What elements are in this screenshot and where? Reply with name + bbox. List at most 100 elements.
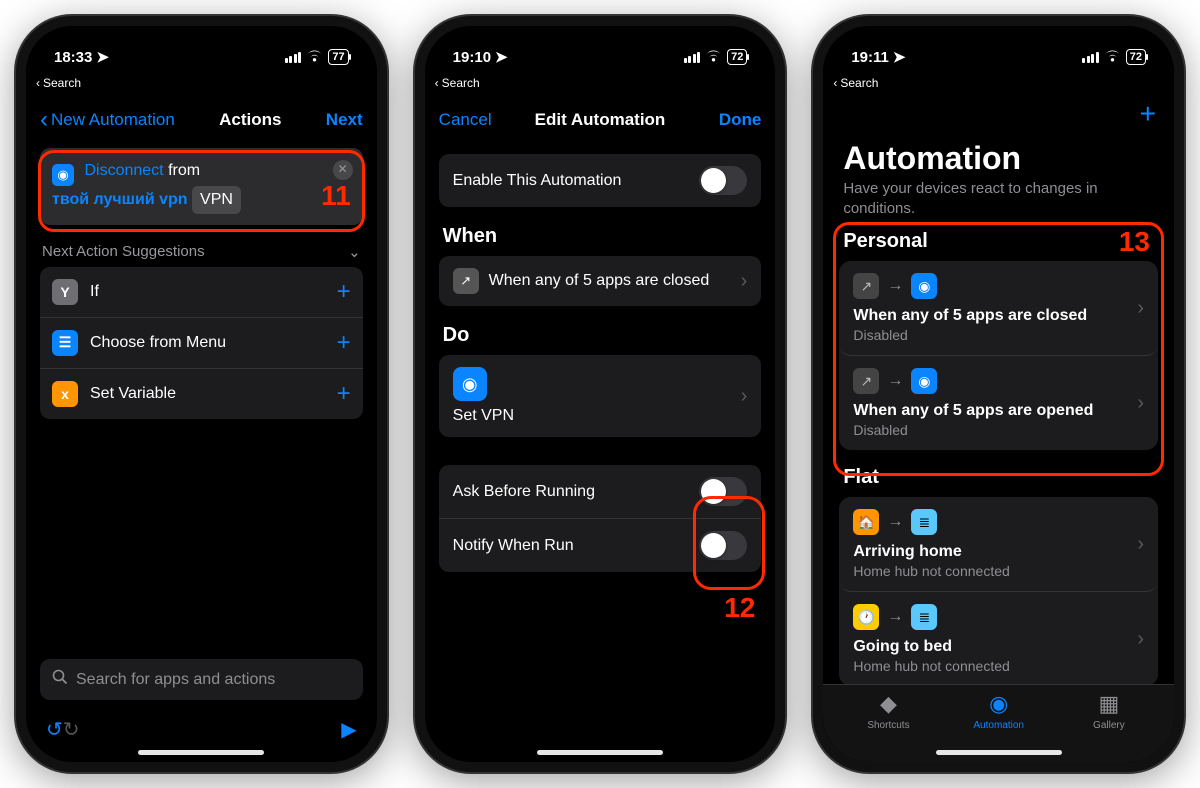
suggestion-set-variable[interactable]: x Set Variable + — [40, 369, 363, 419]
vpn-name-param[interactable]: твой лучший vpn — [52, 191, 188, 208]
ask-toggle[interactable] — [699, 477, 747, 506]
plus-icon: + — [337, 380, 351, 408]
flat-section-title: Flat — [843, 466, 1154, 489]
disconnect-param[interactable]: Disconnect — [84, 162, 163, 179]
flat-automations: 🏠 → ≣ Arriving home Home hub not connect… — [839, 497, 1158, 686]
location-icon: ➤ — [495, 48, 508, 66]
remove-action-button[interactable]: ✕ — [333, 160, 353, 180]
shortcuts-icon: ◆ — [880, 691, 897, 717]
search-icon — [52, 669, 68, 690]
vpn-icon: ◉ — [52, 164, 74, 186]
notify-toggle[interactable] — [699, 531, 747, 560]
automation-arriving-home[interactable]: 🏠 → ≣ Arriving home Home hub not connect… — [839, 497, 1158, 592]
if-icon: Y — [52, 279, 78, 305]
clock: 18:33 — [54, 49, 92, 66]
home-icon: 🏠 — [853, 509, 879, 535]
gallery-icon: ▦ — [1098, 691, 1119, 717]
chevron-right-icon: › — [741, 270, 748, 293]
editor-toolbar: ↺ ↻ ▶ — [26, 706, 377, 752]
battery-icon: 77 — [328, 49, 348, 65]
app-icon: ↗ — [853, 368, 879, 394]
vpn-pill: VPN — [192, 186, 241, 213]
cancel-button[interactable]: Cancel — [439, 110, 492, 130]
chevron-right-icon: › — [1137, 628, 1144, 651]
navbar: Cancel Edit Automation Done — [425, 98, 776, 142]
chevron-right-icon: › — [1137, 533, 1144, 556]
wifi-icon — [1104, 49, 1121, 66]
variable-icon: x — [52, 381, 78, 407]
chevron-left-icon: ‹ — [36, 76, 40, 90]
navbar: ‹New Automation Actions Next — [26, 98, 377, 142]
nav-title: Edit Automation — [535, 110, 666, 130]
automation-apps-opened[interactable]: ↗ → ◉ When any of 5 apps are opened Disa… — [839, 356, 1158, 450]
search-input[interactable]: Search for apps and actions — [40, 659, 363, 700]
clock: 19:11 — [851, 49, 889, 66]
enable-toggle[interactable] — [699, 166, 747, 195]
chevron-right-icon: › — [741, 385, 748, 408]
arrow-right-icon: → — [887, 372, 903, 390]
when-section-title: When — [443, 225, 758, 248]
enable-automation-row: Enable This Automation — [439, 154, 762, 207]
arrow-right-icon: → — [887, 513, 903, 531]
breadcrumb[interactable]: ‹Search — [26, 74, 377, 98]
tab-gallery[interactable]: ▦Gallery — [1054, 691, 1164, 744]
when-condition-row[interactable]: ↗When any of 5 apps are closed › — [439, 256, 762, 306]
vpn-icon: ◉ — [911, 368, 937, 394]
dynamic-island — [143, 38, 259, 70]
app-icon: ↗ — [453, 268, 479, 294]
phone-3-automation-list: 19:11➤ 72 ‹Search + Automation Have your… — [813, 16, 1184, 772]
wifi-icon — [306, 49, 323, 66]
add-automation-button[interactable]: + — [1140, 98, 1156, 130]
redo-button: ↻ — [63, 717, 80, 742]
clock: 19:10 — [453, 49, 491, 66]
chevron-left-icon: ‹ — [833, 76, 837, 90]
back-button[interactable]: ‹New Automation — [40, 106, 175, 134]
plus-icon: + — [337, 329, 351, 357]
tab-shortcuts[interactable]: ◆Shortcuts — [833, 691, 943, 744]
location-icon: ➤ — [96, 48, 109, 66]
suggestions-list: Y If + ☰ Choose from Menu + x Set Variab… — [40, 267, 363, 419]
suggestion-choose-menu[interactable]: ☰ Choose from Menu + — [40, 318, 363, 369]
breadcrumb[interactable]: ‹Search — [425, 74, 776, 98]
automation-apps-closed[interactable]: ↗ → ◉ When any of 5 apps are closed Disa… — [839, 261, 1158, 356]
personal-section-title: Personal — [843, 230, 1154, 253]
chevron-down-icon: ⌄ — [348, 243, 361, 261]
done-button[interactable]: Done — [719, 110, 762, 130]
location-icon: ➤ — [893, 48, 906, 66]
arrow-right-icon: → — [887, 277, 903, 295]
breadcrumb[interactable]: ‹Search — [823, 74, 1174, 98]
tab-automation[interactable]: ◉Automation — [944, 691, 1054, 744]
plus-icon: + — [337, 278, 351, 306]
chevron-right-icon: › — [1137, 392, 1144, 415]
signal-icon — [1082, 52, 1099, 63]
ask-before-running-row: Ask Before Running — [439, 465, 762, 519]
page-subtitle: Have your devices react to changes in co… — [843, 179, 1154, 218]
home-indicator[interactable] — [537, 750, 663, 755]
vpn-icon: ◉ — [911, 273, 937, 299]
clock-icon: 🕐 — [853, 604, 879, 630]
run-button[interactable]: ▶ — [341, 717, 356, 742]
highlight-12-label: 12 — [724, 592, 755, 624]
scene-icon: ≣ — [911, 604, 937, 630]
suggestion-if[interactable]: Y If + — [40, 267, 363, 318]
chevron-left-icon: ‹ — [435, 76, 439, 90]
battery-icon: 72 — [727, 49, 747, 65]
home-indicator[interactable] — [138, 750, 264, 755]
do-action-row[interactable]: ◉ Set VPN › — [439, 355, 762, 437]
chevron-right-icon: › — [1137, 297, 1144, 320]
chevron-left-icon: ‹ — [40, 106, 48, 134]
phone-2-edit-automation: 19:10➤ 72 ‹Search Cancel Edit Automation… — [415, 16, 786, 772]
signal-icon — [684, 52, 701, 63]
action-disconnect-vpn[interactable]: ✕ ◉ Disconnect from твой лучший vpn VPN — [40, 148, 363, 225]
dynamic-island — [941, 38, 1057, 70]
automation-going-to-bed[interactable]: 🕐 → ≣ Going to bed Home hub not connecte… — [839, 592, 1158, 686]
nav-title: Actions — [219, 110, 281, 130]
home-indicator[interactable] — [936, 750, 1062, 755]
phone-1-actions: 18:33➤ 77 ‹Search ‹New Automation Action… — [16, 16, 387, 772]
wifi-icon — [705, 49, 722, 66]
battery-icon: 72 — [1126, 49, 1146, 65]
next-button[interactable]: Next — [326, 110, 363, 130]
arrow-right-icon: → — [887, 608, 903, 626]
undo-button[interactable]: ↺ — [46, 717, 63, 742]
suggestions-header[interactable]: Next Action Suggestions ⌄ — [42, 243, 361, 261]
